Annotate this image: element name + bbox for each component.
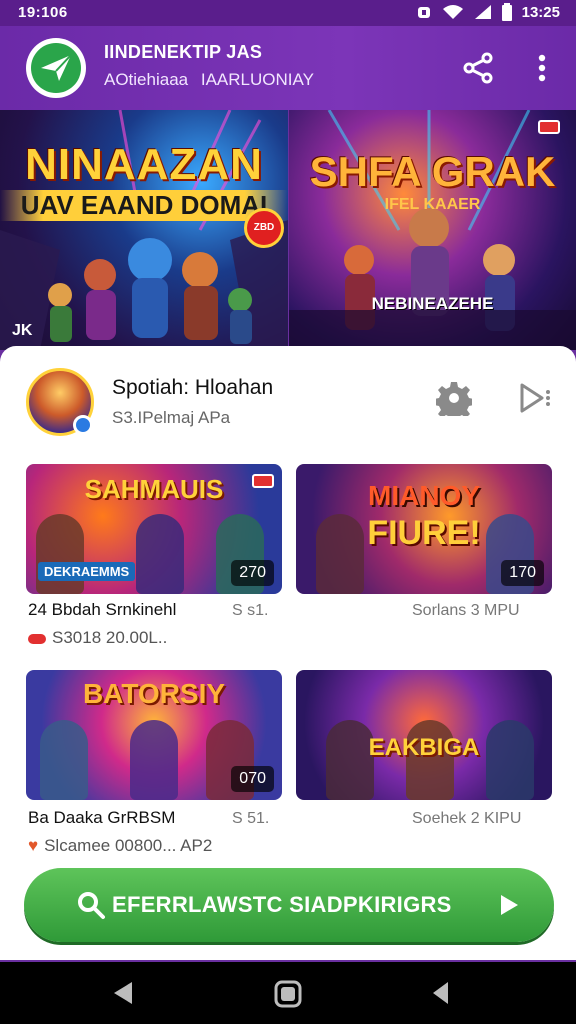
card-3-row2: ♥ Slcamee 00800... AP2	[28, 836, 212, 856]
card-1-art-tag: DEKRAEMMS	[38, 562, 136, 581]
card-1-status-icon	[28, 633, 46, 644]
hero-2-flag-icon	[538, 120, 560, 134]
app-subtitle: AOtiehiaaa IAARLUONIAY	[104, 70, 314, 90]
game-card-1[interactable]: SAHMAUIS DEKRAEMMS 270	[26, 464, 282, 594]
status-bar: 19:106 13:25	[0, 0, 576, 26]
search-icon	[78, 892, 105, 919]
gear-icon[interactable]	[436, 380, 472, 416]
hero-1-seal-text: ZBD	[253, 222, 275, 233]
status-time-right: 13:25	[521, 3, 560, 21]
app-logo-icon[interactable]	[26, 38, 86, 98]
card-1-figure	[136, 514, 184, 594]
card-1-title[interactable]: 24 Bbdah Srnkinehl	[28, 600, 176, 620]
hero-1-badge: JK	[12, 322, 33, 339]
play-outline-icon[interactable]	[518, 382, 552, 414]
nav-home-icon[interactable]	[274, 980, 302, 1008]
card-3-figure	[130, 720, 178, 800]
cta-label: EFERRLAWSTC SIADPKIRIGRS	[112, 892, 452, 917]
card-4-art-title: EAKBIGA	[368, 734, 480, 761]
game-card-3[interactable]: BATORSIY 070	[26, 670, 282, 800]
hero-2-title: SHFA GRAK	[309, 148, 556, 195]
card-3-badge: 070	[231, 766, 274, 792]
card-1-row2: S3018 20.00L..	[28, 628, 167, 648]
verified-badge-icon	[73, 415, 93, 435]
hero-banner-2[interactable]: SHFA GRAK IFEL KAAER NEBINEAZEHE	[289, 110, 576, 350]
card-1-meta: S s1.	[232, 602, 269, 619]
developer-subtitle: S3.IPelmaj APa	[112, 408, 231, 427]
card-3-meta: S 51.	[232, 810, 270, 827]
hero-2-subtitle: IFEL KAAER	[384, 196, 481, 213]
hero-banner-1[interactable]: NINAAZAN UAV EAAND DOMAI ZBD JK	[0, 110, 288, 350]
app-bar: IINDENEKTIP JAS AOtiehiaaa IAARLUONIAY	[0, 26, 576, 110]
hero-1-title: NINAAZAN	[25, 140, 263, 189]
system-nav-bar	[0, 962, 576, 1024]
card-1-row2-text: S3018 20.00L..	[52, 628, 168, 647]
more-vert-icon[interactable]	[530, 50, 554, 86]
card-2-meta: Sorlans 3 MPU	[412, 602, 520, 619]
card-4-meta: Soehek 2 KIPU	[412, 810, 522, 827]
card-3-figure	[40, 720, 88, 800]
hero-2-tag: NEBINEAZEHE	[371, 294, 494, 313]
nav-recent-icon[interactable]	[430, 980, 452, 1006]
developer-name[interactable]: Spotiah: Hloahan	[112, 376, 273, 400]
hero-2-artwork	[289, 110, 576, 350]
developer-avatar[interactable]	[26, 368, 94, 436]
heart-icon: ♥	[28, 836, 39, 855]
card-3-title[interactable]: Ba Daaka GrRBSM	[28, 808, 175, 828]
card-3-art-title: BATORSIY	[82, 678, 226, 709]
game-card-2[interactable]: MIANOY FIURE! 170	[296, 464, 552, 594]
app-subtitle-right: IAARLUONIAY	[200, 70, 314, 89]
signal-icon	[474, 5, 491, 19]
card-1-figure	[36, 514, 84, 594]
app-subtitle-left: AOtiehiaaa	[104, 70, 189, 89]
wifi-icon	[442, 5, 463, 19]
card-2-art-title: MIANOY	[368, 480, 480, 511]
hero-1-seal: ZBD	[244, 208, 284, 248]
card-2-art-title-2: FIURE!	[367, 514, 481, 552]
hero-1-subtitle: UAV EAAND DOMAI	[0, 190, 288, 221]
app-title: IINDENEKTIP JAS	[104, 42, 263, 62]
card-1-art-title: SAHMAUIS	[84, 474, 224, 504]
card-2-badge: 170	[501, 560, 544, 586]
game-card-4[interactable]: EAKBIGA	[296, 670, 552, 800]
status-time-left: 19:106	[18, 4, 68, 21]
nav-back-icon[interactable]	[110, 980, 136, 1006]
share-icon[interactable]	[460, 50, 496, 86]
battery-icon	[501, 3, 512, 21]
search-cta-button[interactable]: EFERRLAWSTC SIADPKIRIGRS	[24, 868, 554, 942]
status-icons: 13:25	[416, 3, 560, 21]
card-3-row2-text: Slcamee 00800... AP2	[44, 836, 213, 855]
play-icon	[501, 895, 518, 915]
notification-icon	[417, 7, 430, 18]
card-1-badge: 270	[231, 560, 274, 586]
